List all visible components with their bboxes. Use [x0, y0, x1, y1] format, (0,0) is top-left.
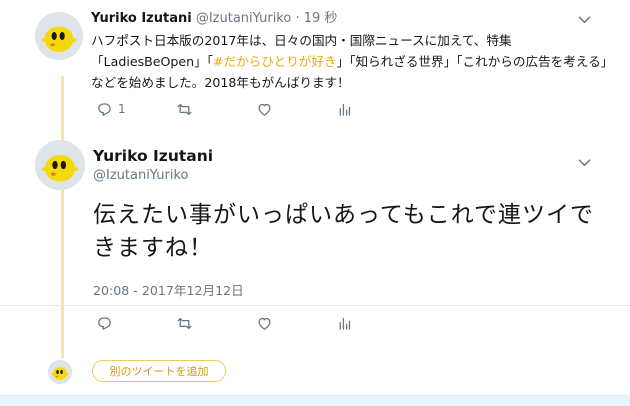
tweet-timestamp[interactable]: 20:08 - 2017年12月12日	[93, 280, 244, 299]
retweet-button[interactable]	[176, 99, 256, 119]
retweet-button[interactable]	[176, 313, 256, 333]
author-handle[interactable]: @IzutaniYuriko	[196, 11, 291, 26]
like-button[interactable]	[256, 313, 336, 333]
analytics-icon	[336, 101, 353, 118]
reply-icon	[96, 315, 113, 332]
avatar[interactable]	[35, 140, 85, 190]
author-name[interactable]: Yuriko Izutani	[93, 147, 213, 165]
avatar	[48, 360, 72, 384]
thread-connector-line	[61, 76, 64, 358]
add-another-tweet-button[interactable]: 別のツイートを追加	[92, 360, 226, 382]
retweet-icon	[176, 101, 193, 118]
avatar-image	[35, 12, 83, 60]
like-button[interactable]	[256, 99, 336, 119]
retweet-icon	[176, 315, 193, 332]
tweet-text: ハフポスト日本版の2017年は、日々の国内・国際ニュースに加えて、特集「Ladi…	[91, 30, 611, 93]
tweet-actions	[96, 313, 416, 333]
hashtag-link[interactable]: #だからひとりが好き	[213, 54, 337, 69]
reply-icon	[96, 101, 113, 118]
author-handle[interactable]: @IzutaniYuriko	[93, 168, 188, 183]
tweet-header: Yuriko Izutani @IzutaniYuriko · 19 秒	[91, 10, 337, 28]
analytics-button[interactable]	[336, 99, 416, 119]
bottom-bar	[0, 395, 630, 406]
like-icon	[256, 315, 273, 332]
author-name[interactable]: Yuriko Izutani	[91, 11, 192, 26]
divider	[0, 305, 630, 306]
reply-button[interactable]	[96, 313, 176, 333]
avatar[interactable]	[35, 12, 83, 60]
chevron-down-icon[interactable]	[578, 158, 591, 168]
chevron-down-icon[interactable]	[578, 15, 591, 25]
tweet-text: 伝えたい事がいっぱいあってもこれで連ツイできますね！	[93, 202, 595, 261]
tweet-actions: 1	[96, 99, 416, 119]
avatar-image	[48, 360, 72, 384]
analytics-button[interactable]	[336, 313, 416, 333]
analytics-icon	[336, 315, 353, 332]
reply-button[interactable]: 1	[96, 99, 176, 119]
reply-count: 1	[118, 102, 126, 116]
tweet-timestamp[interactable]: 19 秒	[304, 11, 338, 26]
avatar-image	[35, 140, 85, 190]
separator-dot: ·	[295, 11, 300, 26]
like-icon	[256, 101, 273, 118]
